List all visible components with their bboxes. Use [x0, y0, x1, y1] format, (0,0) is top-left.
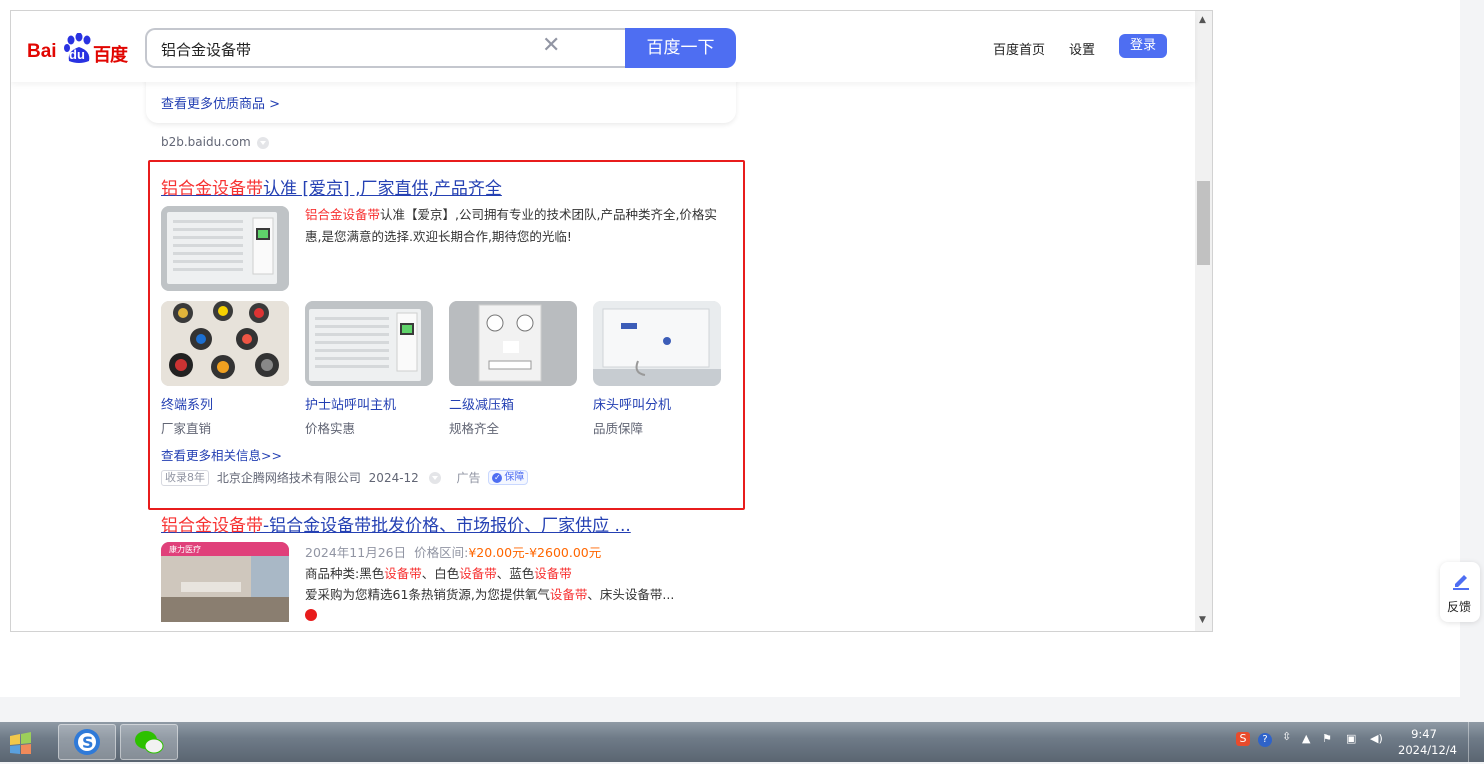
- scrollbar[interactable]: [1195, 11, 1212, 631]
- search-box: ✕: [145, 28, 627, 68]
- baidu-logo[interactable]: Bai du 百度: [27, 33, 137, 66]
- clear-search-icon[interactable]: ✕: [542, 33, 560, 58]
- taskbar-browser[interactable]: S: [58, 724, 116, 760]
- edit-pen-icon: [1453, 575, 1469, 590]
- price-label: 价格区间:: [414, 545, 469, 560]
- price-range: ¥20.00元-¥2600.00元: [468, 545, 602, 560]
- text: 、床头设备带...: [587, 587, 675, 602]
- highlight: 设备带: [549, 587, 588, 602]
- browser-viewport: 查看更多优质商品 > b2b.baidu.com 铝合金设备带认准 [爱京] ,…: [10, 10, 1213, 632]
- previous-result-url[interactable]: b2b.baidu.com: [161, 135, 269, 149]
- source-icon: [305, 609, 317, 621]
- company-name[interactable]: 北京企腾网络技术有限公司: [217, 469, 361, 486]
- highlight: 设备带: [384, 566, 422, 581]
- tray-expand-icon[interactable]: ▲: [1302, 732, 1310, 745]
- result-thumbnail[interactable]: 康力医疗: [161, 542, 289, 622]
- indexed-years-badge: 收录8年: [161, 469, 209, 486]
- baidu-home-link[interactable]: 百度首页: [993, 39, 1045, 58]
- logo-text-du: du: [69, 47, 85, 62]
- site-url-text: b2b.baidu.com: [161, 135, 251, 149]
- clock-time: 9:47: [1411, 727, 1437, 741]
- title-rest: 认准 [爱京] ,厂家直供,产品齐全: [263, 179, 502, 199]
- result-date-price: 2024年11月26日 价格区间:¥20.00元-¥2600.00元: [305, 542, 601, 561]
- scroll-down-arrow-icon[interactable]: ▼: [1199, 615, 1206, 625]
- result-categories: 商品种类:黑色设备带、白色设备带、蓝色设备带: [305, 563, 572, 582]
- search-header: Bai du 百度 ✕ 百度一下 百度首页 设置 登录: [11, 11, 1195, 82]
- category-image-terminal[interactable]: [161, 301, 289, 386]
- category-subtext: 规格齐全: [449, 421, 500, 436]
- category-image-reducer-box[interactable]: [449, 301, 577, 386]
- result-snippet: 爱采购为您精选61条热销货源,为您提供氧气设备带、床头设备带...: [305, 584, 674, 603]
- settings-link[interactable]: 设置: [1069, 39, 1095, 58]
- text: 、蓝色: [496, 566, 535, 581]
- volume-icon[interactable]: ◀): [1370, 732, 1383, 745]
- category-subtext: 价格实惠: [305, 421, 356, 436]
- scroll-up-arrow-icon[interactable]: ▲: [1199, 15, 1206, 25]
- category-subtext: 厂家直销: [161, 421, 212, 436]
- login-button[interactable]: 登录: [1119, 34, 1167, 58]
- more-related-info-link[interactable]: 查看更多相关信息>>: [161, 445, 282, 464]
- ad-result-title[interactable]: 铝合金设备带认准 [爱京] ,厂家直供,产品齐全: [161, 174, 502, 199]
- thumb-badge: 康力医疗: [169, 545, 201, 554]
- browser-s-icon: S: [74, 729, 100, 755]
- dropdown-arrow-icon[interactable]: [256, 136, 269, 149]
- ad-label: 广告: [456, 471, 481, 485]
- guarantee-text: 保障: [504, 472, 525, 483]
- windows-logo-icon: [10, 732, 31, 754]
- result-date: 2024年11月26日: [305, 545, 407, 560]
- result-title[interactable]: 铝合金设备带-铝合金设备带批发价格、市场报价、厂家供应 ...: [161, 511, 631, 536]
- category-image-nurse-station[interactable]: [305, 301, 433, 386]
- start-button[interactable]: [0, 724, 52, 760]
- text: 爱采购为您精选61条热销货源,为您提供氧气: [305, 587, 550, 602]
- more-goods-link[interactable]: 查看更多优质商品 >: [161, 93, 280, 112]
- sogou-ime-icon[interactable]: S: [1236, 732, 1250, 746]
- category-label[interactable]: 护士站呼叫主机: [305, 394, 396, 413]
- title-highlight: 铝合金设备带: [161, 179, 263, 199]
- ad-date: 2024-12: [368, 470, 419, 485]
- help-icon[interactable]: ?: [1258, 732, 1272, 747]
- show-desktop-button[interactable]: [1468, 722, 1484, 762]
- desc-highlight: 铝合金设备带: [305, 207, 381, 222]
- category-image-bedside-unit[interactable]: [593, 301, 721, 386]
- title-highlight: 铝合金设备带: [161, 516, 263, 536]
- guarantee-badge[interactable]: ✓ 保障: [488, 470, 529, 485]
- search-button[interactable]: 百度一下: [625, 28, 736, 68]
- wechat-icon: [135, 731, 164, 754]
- scrollbar-thumb[interactable]: [1197, 181, 1210, 265]
- taskbar-wechat[interactable]: [120, 724, 178, 760]
- category-label[interactable]: 终端系列: [161, 394, 213, 413]
- title-rest: -铝合金设备带批发价格、市场报价、厂家供应 ...: [263, 516, 631, 536]
- feedback-label: 反馈: [1447, 600, 1472, 614]
- text: 商品种类:黑色: [305, 566, 385, 581]
- windows-taskbar: S S ? ⇳ ▲ ⚑ ▣ ◀) 9:47 2024/12/4: [0, 722, 1484, 762]
- highlight: 设备带: [459, 566, 497, 581]
- category-label[interactable]: 二级减压箱: [449, 394, 514, 413]
- svg-text:S: S: [82, 733, 94, 752]
- text: 、白色: [421, 566, 460, 581]
- search-input[interactable]: [159, 36, 543, 62]
- check-icon: ✓: [492, 473, 503, 483]
- ad-main-image[interactable]: [161, 206, 289, 291]
- category-label[interactable]: 床头呼叫分机: [593, 394, 671, 413]
- network-icon[interactable]: ▣: [1346, 732, 1356, 745]
- logo-text-cn: 百度: [93, 45, 128, 66]
- ime-settings-icon[interactable]: ⇳: [1282, 730, 1291, 743]
- highlight: 设备带: [534, 566, 572, 581]
- action-center-icon[interactable]: ⚑: [1322, 732, 1332, 745]
- logo-text-bai: Bai: [27, 41, 57, 62]
- ad-meta-row: 收录8年 北京企腾网络技术有限公司 2024-12 广告 ✓ 保障: [161, 469, 529, 487]
- dropdown-arrow-icon[interactable]: [428, 471, 441, 484]
- category-subtext: 品质保障: [593, 421, 644, 436]
- taskbar-clock[interactable]: 9:47 2024/12/4: [1398, 726, 1457, 758]
- clock-date: 2024/12/4: [1398, 743, 1457, 757]
- feedback-button[interactable]: 反馈: [1440, 562, 1480, 622]
- ad-description: 铝合金设备带认准【爱京】,公司拥有专业的技术团队,产品种类齐全,价格实惠,是您满…: [305, 204, 725, 248]
